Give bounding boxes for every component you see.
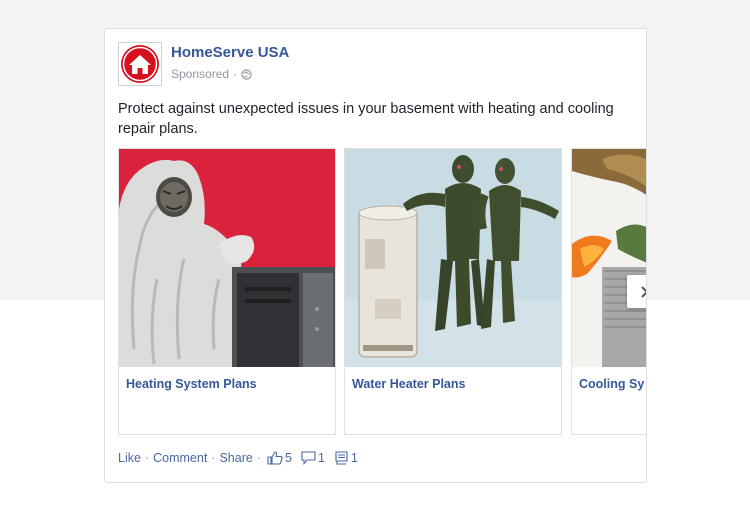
separator: · — [144, 451, 150, 465]
sponsored-post: HomeServe USA Sponsored · Protect agains… — [104, 28, 647, 483]
carousel-card[interactable]: Heating System Plans — [118, 148, 336, 435]
shares-count-value: 1 — [350, 451, 358, 465]
separator: · — [211, 451, 216, 465]
house-icon — [121, 45, 159, 83]
share-link[interactable]: Share — [219, 451, 252, 465]
card-image[interactable] — [345, 149, 561, 367]
thumbs-up-icon — [267, 451, 283, 465]
page-name-link[interactable]: HomeServe USA — [171, 44, 289, 61]
comment-link[interactable]: Comment — [153, 451, 207, 465]
post-meta: Sponsored · — [171, 67, 252, 81]
comments-count-value: 1 — [317, 451, 325, 465]
post-text: Protect against unexpected issues in you… — [118, 101, 614, 137]
card-image[interactable] — [572, 149, 646, 367]
like-link[interactable]: Like — [118, 451, 141, 465]
comment-bubble-icon — [301, 451, 316, 465]
comments-count[interactable]: 1 — [301, 451, 325, 465]
chevron-right-icon — [640, 285, 646, 298]
share-icon — [335, 451, 348, 465]
card-title[interactable]: Heating System Plans — [126, 377, 257, 391]
post-actions: Like · Comment · Share · 5 1 1 — [118, 451, 358, 465]
carousel: Heating System Plans Water Heater Plans … — [118, 148, 646, 438]
shares-count[interactable]: 1 — [334, 451, 358, 465]
card-title[interactable]: Cooling Sy — [579, 377, 644, 391]
separator: · — [256, 451, 261, 465]
likes-count-value: 5 — [285, 451, 292, 465]
likes-count[interactable]: 5 — [267, 451, 292, 465]
card-title[interactable]: Water Heater Plans — [352, 377, 465, 391]
globe-icon — [241, 68, 252, 80]
meta-separator: · — [233, 67, 238, 81]
page-logo[interactable] — [118, 42, 162, 86]
card-image[interactable] — [119, 149, 335, 367]
carousel-next-button[interactable] — [627, 275, 646, 308]
sponsored-label[interactable]: Sponsored — [171, 67, 229, 81]
carousel-card[interactable]: Water Heater Plans — [344, 148, 562, 435]
